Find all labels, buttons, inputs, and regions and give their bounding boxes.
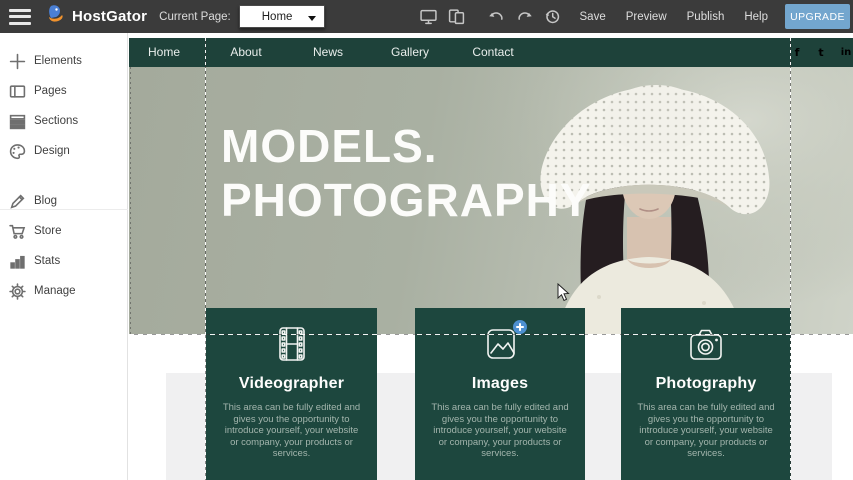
card-body: This area can be fully edited and gives … — [220, 402, 363, 460]
linkedin-icon[interactable]: in — [841, 47, 852, 58]
page-select-dropdown[interactable]: Home — [239, 5, 325, 28]
site-navbar: Home About News Gallery Contact f t in — [129, 38, 853, 67]
help-button[interactable]: Help — [744, 11, 768, 23]
cart-icon — [9, 223, 26, 240]
builder-sidebar: Elements Pages Sections Design Blog — [0, 33, 128, 480]
site-preview-canvas: Home About News Gallery Contact f t in — [129, 33, 853, 480]
sidebar-item-blog[interactable]: Blog — [0, 189, 128, 213]
site-nav-about[interactable]: About — [230, 38, 261, 67]
page-select-value: Home — [262, 11, 293, 23]
chevron-down-icon — [308, 16, 316, 21]
section-guide-left — [205, 38, 206, 480]
sidebar-item-label: Store — [34, 225, 62, 237]
sidebar-item-manage[interactable]: Manage — [0, 279, 128, 303]
page-icon — [9, 83, 26, 100]
site-nav-gallery[interactable]: Gallery — [391, 38, 429, 67]
redo-icon[interactable] — [516, 8, 534, 26]
undo-icon[interactable] — [488, 8, 506, 26]
mobile-view-icon[interactable] — [448, 8, 466, 26]
mouse-cursor — [557, 283, 570, 307]
plus-icon — [9, 53, 26, 70]
hostgator-logo: HostGator — [45, 3, 147, 30]
sidebar-item-pages[interactable]: Pages — [0, 79, 128, 103]
card-title: Photography — [621, 375, 791, 393]
gear-icon — [9, 283, 26, 300]
hostgator-builder-window: HostGator Current Page: Home Save Previe… — [0, 0, 853, 480]
save-button[interactable]: Save — [580, 11, 606, 23]
current-page-label: Current Page: — [159, 11, 231, 23]
card-title: Images — [415, 375, 585, 393]
hero-selection-left-edge — [130, 67, 131, 334]
sidebar-item-label: Design — [34, 145, 70, 157]
sidebar-item-label: Pages — [34, 85, 67, 97]
sidebar-item-sections[interactable]: Sections — [0, 109, 128, 133]
bar-chart-icon — [9, 253, 26, 270]
add-image-badge-icon[interactable] — [513, 320, 527, 334]
hamburger-menu-icon[interactable] — [9, 9, 31, 25]
sidebar-item-elements[interactable]: Elements — [0, 49, 128, 73]
sections-icon — [9, 113, 26, 130]
site-nav-contact[interactable]: Contact — [472, 38, 513, 67]
brand-name: HostGator — [72, 8, 147, 25]
section-boundary-dashed-line — [129, 334, 853, 335]
publish-button[interactable]: Publish — [687, 11, 725, 23]
history-icon[interactable] — [544, 8, 562, 26]
card-body: This area can be fully edited and gives … — [429, 402, 571, 460]
site-nav-home[interactable]: Home — [148, 38, 180, 67]
film-icon — [272, 326, 312, 367]
sidebar-item-stats[interactable]: Stats — [0, 249, 128, 273]
card-body: This area can be fully edited and gives … — [635, 402, 777, 460]
camera-icon — [684, 326, 728, 367]
sidebar-item-label: Blog — [34, 195, 57, 207]
gator-mascot-icon — [45, 3, 67, 30]
palette-icon — [9, 143, 26, 160]
hero-section[interactable]: MODELS. PHOTOGRAPHY — [129, 67, 853, 334]
hero-heading-line1: MODELS. — [221, 119, 592, 173]
sidebar-item-label: Sections — [34, 115, 78, 127]
sidebar-item-store[interactable]: Store — [0, 219, 128, 243]
image-plus-icon — [480, 326, 520, 367]
preview-button[interactable]: Preview — [626, 11, 667, 23]
sidebar-item-label: Manage — [34, 285, 76, 297]
twitter-icon[interactable]: t — [818, 46, 823, 59]
sidebar-item-design[interactable]: Design — [0, 139, 128, 163]
hero-heading[interactable]: MODELS. PHOTOGRAPHY — [221, 119, 592, 227]
card-title: Videographer — [206, 375, 377, 393]
hero-heading-line2: PHOTOGRAPHY — [221, 173, 592, 227]
top-toolbar: HostGator Current Page: Home Save Previe… — [0, 0, 853, 33]
upgrade-button[interactable]: UPGRADE — [785, 4, 850, 29]
facebook-icon[interactable]: f — [795, 46, 800, 59]
sidebar-item-label: Elements — [34, 55, 82, 67]
pencil-icon — [9, 193, 26, 210]
sidebar-item-label: Stats — [34, 255, 60, 267]
desktop-view-icon[interactable] — [420, 8, 438, 26]
section-guide-right — [790, 38, 791, 480]
site-nav-news[interactable]: News — [313, 38, 343, 67]
